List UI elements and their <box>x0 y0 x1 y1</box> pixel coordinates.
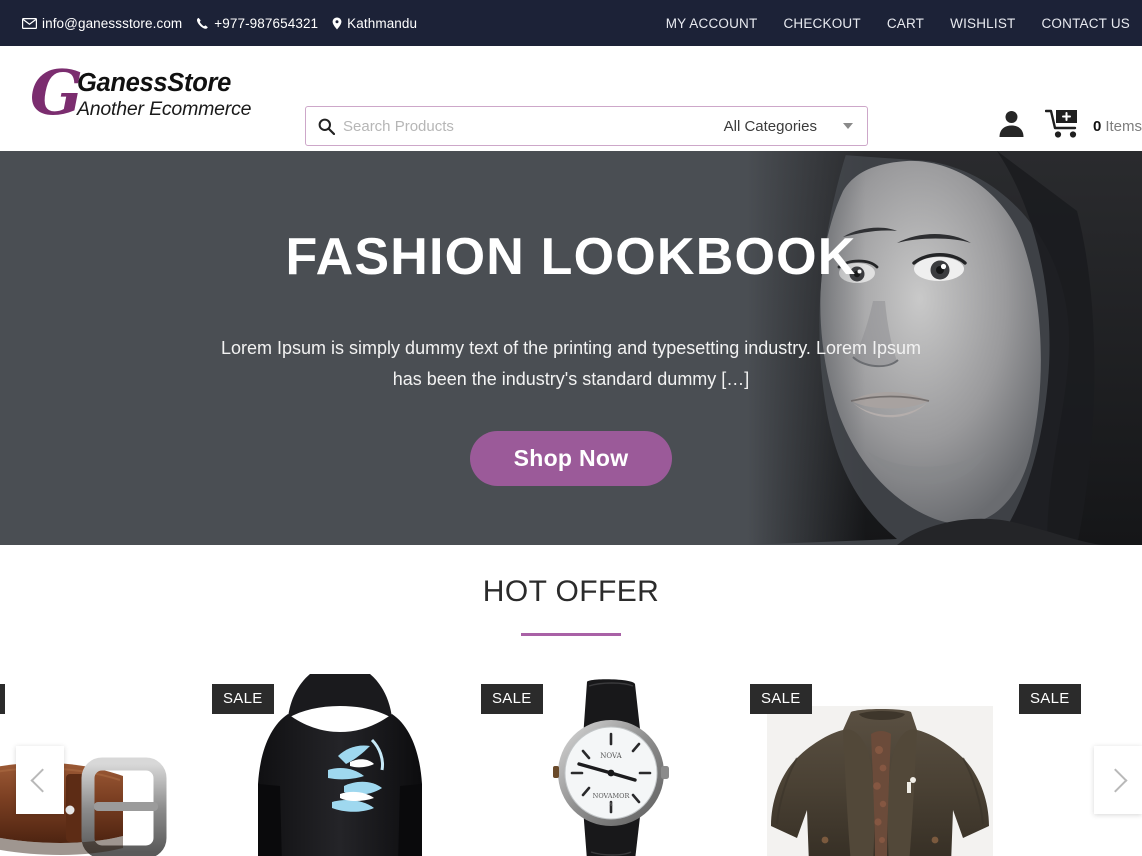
cart-widget[interactable]: 0 Items <box>1044 109 1142 144</box>
shopping-cart-icon <box>1044 109 1083 144</box>
status-badge: SALE <box>1019 684 1081 714</box>
contact-email-text: info@ganessstore.com <box>42 15 183 31</box>
logo-tagline: Another Ecommerce <box>76 97 252 120</box>
cart-item-label: Items <box>1105 117 1142 135</box>
product-card[interactable]: SALE <box>476 674 745 856</box>
svg-text:NOVAMOR: NOVAMOR <box>592 792 630 800</box>
chevron-down-icon <box>843 123 853 129</box>
contact-email[interactable]: info@ganessstore.com <box>22 16 182 31</box>
status-badge: SALE <box>481 684 543 714</box>
search-bar[interactable]: All Categories <box>305 106 868 146</box>
product-card[interactable]: SALE <box>745 674 1014 856</box>
cart-item-count: 0 <box>1092 117 1102 135</box>
top-utility-bar: info@ganessstore.com +977-987654321 Kath… <box>0 0 1142 46</box>
search-input[interactable] <box>343 117 724 135</box>
carousel-next-button[interactable] <box>1094 746 1142 814</box>
chevron-right-icon <box>1103 767 1128 793</box>
hero-content: FASHION LOOKBOOK Lorem Ipsum is simply d… <box>0 151 1142 486</box>
status-badge: SALE <box>0 684 5 714</box>
hero-subtitle: Lorem Ipsum is simply dummy text of the … <box>221 338 921 389</box>
utility-link-contact-us[interactable]: CONTACT US <box>1041 16 1130 31</box>
chevron-left-icon <box>30 767 55 793</box>
product-carousel: SALE SALE NOVA NOVAMOR X SALE SALE <box>0 674 1142 856</box>
status-badge: SALE <box>750 684 812 714</box>
logo-name-part2: Store <box>167 69 231 97</box>
carousel-prev-button[interactable] <box>16 746 64 814</box>
category-select[interactable]: All Categories <box>724 118 867 135</box>
logo-g-mark-icon: G <box>30 56 83 129</box>
shop-now-button[interactable]: Shop Now <box>469 431 673 486</box>
status-badge: SALE <box>212 684 274 714</box>
contact-phone[interactable]: +977-987654321 <box>196 16 318 31</box>
map-pin-icon <box>332 17 342 30</box>
search-icon <box>306 118 343 135</box>
utility-link-my-account[interactable]: MY ACCOUNT <box>666 16 758 31</box>
section-accent-rule <box>521 633 621 636</box>
hot-offer-section: HOT OFFER SALE SALE NOVA NOVAMOR X SALE … <box>0 545 1142 856</box>
carousel-track: SALE SALE NOVA NOVAMOR X SALE SALE <box>0 674 1142 856</box>
hero-title: FASHION LOOKBOOK <box>285 228 857 286</box>
contact-info-group: info@ganessstore.com +977-987654321 Kath… <box>22 16 431 31</box>
product-card[interactable]: SALE <box>207 674 476 856</box>
phone-icon <box>196 17 209 30</box>
hero-banner: FASHION LOOKBOOK Lorem Ipsum is simply d… <box>0 151 1142 545</box>
category-select-value: All Categories <box>723 117 817 135</box>
contact-location[interactable]: Kathmandu <box>332 16 417 31</box>
utility-link-wishlist[interactable]: WISHLIST <box>950 16 1015 31</box>
site-header: G GanessStore Another Ecommerce All Cate… <box>0 46 1142 179</box>
section-title: HOT OFFER <box>482 575 660 608</box>
utility-links-group: MY ACCOUNT CHECKOUT CART WISHLIST CONTAC… <box>666 16 1142 31</box>
user-account-icon[interactable] <box>996 108 1027 144</box>
logo-name-part1: Ganess <box>76 69 168 97</box>
svg-text:NOVA: NOVA <box>600 752 622 760</box>
utility-link-checkout[interactable]: CHECKOUT <box>783 16 860 31</box>
account-cart-group: 0 Items <box>996 108 1142 144</box>
site-logo[interactable]: G GanessStore Another Ecommerce <box>0 46 275 129</box>
svg-text:X: X <box>609 802 613 808</box>
utility-link-cart[interactable]: CART <box>887 16 924 31</box>
logo-title: GanessStore <box>76 69 251 97</box>
contact-location-text: Kathmandu <box>347 15 418 31</box>
envelope-icon <box>22 17 37 29</box>
logo-text-group: GanessStore Another Ecommerce <box>76 69 252 120</box>
contact-phone-text: +977-987654321 <box>214 15 319 31</box>
